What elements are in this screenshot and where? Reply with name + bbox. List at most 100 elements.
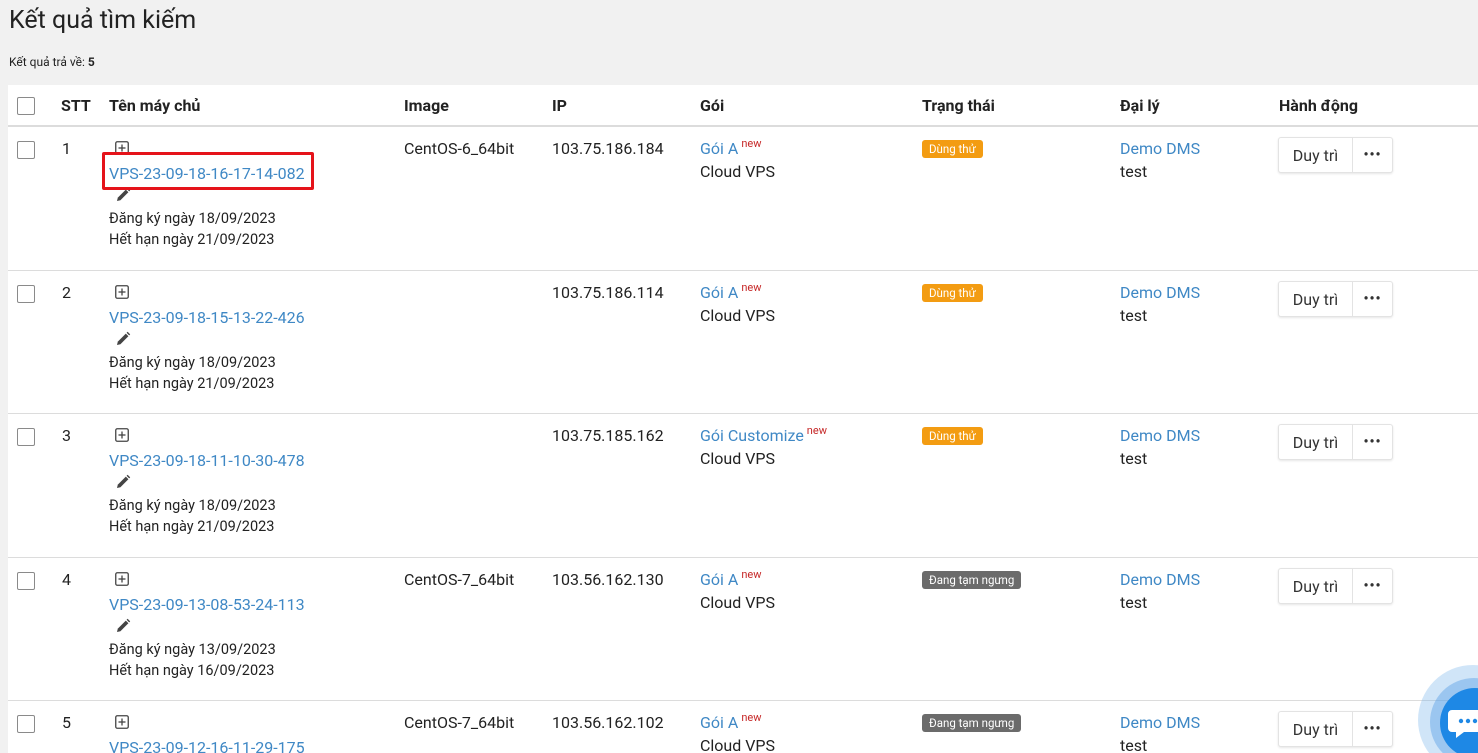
- action-button-group: Duy trì •••: [1278, 568, 1393, 604]
- pencil-icon[interactable]: [115, 187, 131, 203]
- row-ip: 103.75.186.184: [552, 139, 664, 158]
- plan-type: Cloud VPS: [700, 162, 776, 181]
- more-actions-button[interactable]: •••: [1353, 425, 1392, 459]
- status-badge: Đang tạm ngưng: [922, 571, 1022, 589]
- agent-user: test: [1120, 449, 1148, 468]
- agent-link[interactable]: Demo DMS: [1120, 713, 1200, 732]
- expiry-date: Hết hạn ngày 16/09/2023: [109, 662, 275, 679]
- table-header: STT Tên máy chủ Image IP Gói Trạng thái …: [8, 85, 1478, 127]
- more-actions-button[interactable]: •••: [1353, 569, 1392, 603]
- plan-cell: Gói Anew: [700, 711, 762, 732]
- row-ip: 103.75.185.162: [552, 426, 664, 445]
- table-row: 2 VPS-23-09-18-15-13-22-426 Đăng ký ngày…: [8, 271, 1478, 414]
- registered-date: Đăng ký ngày 18/09/2023: [109, 210, 276, 227]
- new-tag: new: [806, 424, 827, 437]
- maintain-button[interactable]: Duy trì: [1279, 425, 1353, 459]
- new-tag: new: [741, 281, 762, 294]
- header-plan[interactable]: Gói: [700, 96, 724, 115]
- expand-plus-icon[interactable]: [115, 285, 129, 299]
- agent-link[interactable]: Demo DMS: [1120, 426, 1200, 445]
- new-tag: new: [741, 137, 762, 150]
- row-checkbox[interactable]: [17, 141, 35, 159]
- row-stt: 5: [62, 713, 71, 732]
- expand-plus-icon[interactable]: [115, 715, 129, 729]
- plan-type: Cloud VPS: [700, 736, 776, 753]
- header-name[interactable]: Tên máy chủ: [109, 96, 200, 115]
- plan-link[interactable]: Gói A: [700, 283, 738, 302]
- action-button-group: Duy trì •••: [1278, 137, 1393, 173]
- pencil-icon[interactable]: [115, 618, 131, 634]
- maintain-button[interactable]: Duy trì: [1279, 569, 1353, 603]
- new-tag: new: [741, 711, 762, 724]
- more-actions-button[interactable]: •••: [1353, 712, 1392, 746]
- chat-bubble-icon: [1448, 710, 1478, 738]
- agent-user: test: [1120, 162, 1148, 181]
- header-image[interactable]: Image: [404, 96, 449, 115]
- expand-plus-icon[interactable]: [115, 141, 129, 155]
- more-actions-button[interactable]: •••: [1353, 282, 1392, 316]
- server-name-link[interactable]: VPS-23-09-18-11-10-30-478: [109, 451, 305, 470]
- registered-date: Đăng ký ngày 13/09/2023: [109, 641, 276, 658]
- header-status[interactable]: Trạng thái: [922, 96, 995, 115]
- table-row: 3 VPS-23-09-18-11-10-30-478 Đăng ký ngày…: [8, 414, 1478, 558]
- maintain-button[interactable]: Duy trì: [1279, 138, 1353, 172]
- plan-cell: Gói Customize new: [700, 424, 827, 445]
- agent-user: test: [1120, 593, 1148, 612]
- table-row: 1 VPS-23-09-18-16-17-14-082 Đăng ký ngày…: [8, 127, 1478, 271]
- server-name-link[interactable]: VPS-23-09-18-16-17-14-082: [109, 164, 305, 183]
- row-stt: 3: [62, 426, 71, 445]
- row-ip: 103.56.162.102: [552, 713, 664, 732]
- plan-link[interactable]: Gói Customize: [700, 426, 804, 445]
- row-stt: 1: [62, 139, 71, 158]
- row-image: CentOS-7_64bit: [404, 570, 515, 589]
- plan-link[interactable]: Gói A: [700, 713, 738, 732]
- server-name-link[interactable]: VPS-23-09-13-08-53-24-113: [109, 595, 305, 614]
- more-actions-button[interactable]: •••: [1353, 138, 1392, 172]
- agent-user: test: [1120, 306, 1148, 325]
- status-badge: Dùng thử: [922, 284, 983, 302]
- agent-link[interactable]: Demo DMS: [1120, 570, 1200, 589]
- header-ip[interactable]: IP: [552, 96, 567, 115]
- expiry-date: Hết hạn ngày 21/09/2023: [109, 518, 275, 535]
- row-checkbox[interactable]: [17, 572, 35, 590]
- expand-plus-icon[interactable]: [115, 572, 129, 586]
- plan-cell: Gói Anew: [700, 137, 762, 158]
- row-ip: 103.75.186.114: [552, 283, 664, 302]
- maintain-button[interactable]: Duy trì: [1279, 712, 1353, 746]
- action-button-group: Duy trì •••: [1278, 281, 1393, 317]
- registered-date: Đăng ký ngày 18/09/2023: [109, 354, 276, 371]
- expiry-date: Hết hạn ngày 21/09/2023: [109, 375, 275, 392]
- row-ip: 103.56.162.130: [552, 570, 664, 589]
- new-tag: new: [741, 568, 762, 581]
- table-row: 4 VPS-23-09-13-08-53-24-113 Đăng ký ngày…: [8, 558, 1478, 701]
- pencil-icon[interactable]: [115, 474, 131, 490]
- row-checkbox[interactable]: [17, 285, 35, 303]
- plan-link[interactable]: Gói A: [700, 139, 738, 158]
- row-stt: 2: [62, 283, 71, 302]
- plan-type: Cloud VPS: [700, 593, 776, 612]
- action-button-group: Duy trì •••: [1278, 711, 1393, 747]
- row-image: CentOS-6_64bit: [404, 139, 515, 158]
- pencil-icon[interactable]: [115, 331, 131, 347]
- result-label: Kết quả trả về:: [9, 55, 85, 69]
- row-checkbox[interactable]: [17, 715, 35, 733]
- server-name-link[interactable]: VPS-23-09-12-16-11-29-175: [109, 738, 305, 753]
- plan-link[interactable]: Gói A: [700, 570, 738, 589]
- server-name-link[interactable]: VPS-23-09-18-15-13-22-426: [109, 308, 305, 327]
- agent-link[interactable]: Demo DMS: [1120, 283, 1200, 302]
- header-action: Hành động: [1279, 96, 1358, 115]
- header-stt[interactable]: STT: [61, 96, 91, 115]
- row-checkbox[interactable]: [17, 428, 35, 446]
- select-all-checkbox[interactable]: [17, 97, 35, 115]
- page-title: Kết quả tìm kiếm: [9, 6, 197, 35]
- maintain-button[interactable]: Duy trì: [1279, 282, 1353, 316]
- results-table: STT Tên máy chủ Image IP Gói Trạng thái …: [8, 85, 1478, 753]
- header-agent[interactable]: Đại lý: [1120, 96, 1160, 115]
- expand-plus-icon[interactable]: [115, 428, 129, 442]
- plan-cell: Gói Anew: [700, 281, 762, 302]
- status-badge: Đang tạm ngưng: [922, 714, 1022, 732]
- row-image: CentOS-7_64bit: [404, 713, 515, 732]
- plan-cell: Gói Anew: [700, 568, 762, 589]
- agent-link[interactable]: Demo DMS: [1120, 139, 1200, 158]
- status-badge: Dùng thử: [922, 140, 983, 158]
